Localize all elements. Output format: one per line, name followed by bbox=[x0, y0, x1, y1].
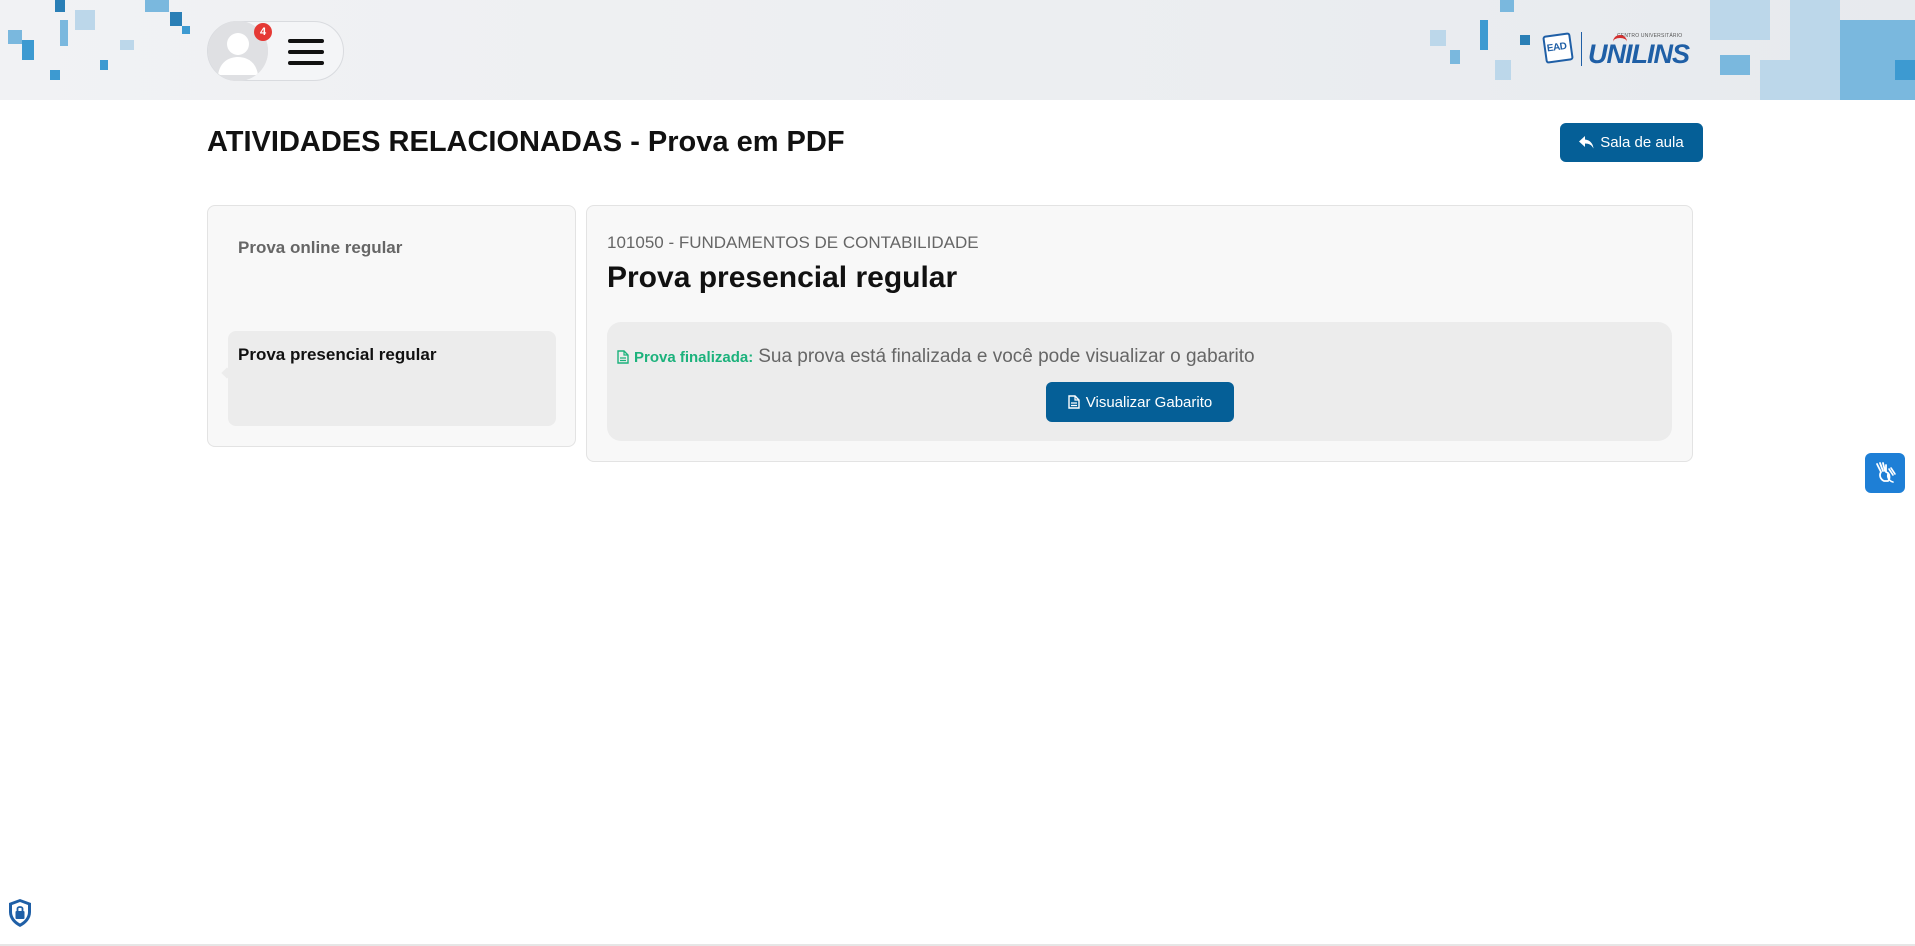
decor-pixel bbox=[22, 40, 34, 60]
decor-pixel bbox=[1710, 0, 1770, 40]
decor-pixel bbox=[8, 30, 22, 44]
sidebar-item-label: Prova presencial regular bbox=[238, 345, 437, 364]
visualizar-gabarito-button[interactable]: Visualizar Gabarito bbox=[1046, 382, 1234, 422]
sala-de-aula-button[interactable]: Sala de aula bbox=[1560, 123, 1703, 162]
decor-pixel bbox=[1895, 60, 1915, 80]
logo-divider bbox=[1581, 32, 1582, 66]
decor-pixel bbox=[1720, 55, 1750, 75]
decor-pixel bbox=[145, 0, 169, 12]
decor-pixel bbox=[170, 12, 182, 26]
notification-badge[interactable]: 4 bbox=[254, 23, 272, 41]
document-icon bbox=[1068, 395, 1080, 409]
course-code: 101050 - FUNDAMENTOS DE CONTABILIDADE bbox=[607, 233, 979, 252]
decor-pixel bbox=[1450, 50, 1460, 64]
hamburger-menu-icon[interactable] bbox=[288, 38, 324, 66]
exam-status-box: Prova finalizada: Sua prova está finaliz… bbox=[607, 322, 1672, 441]
sidebar-item-label: Prova online regular bbox=[238, 238, 403, 257]
ead-logo-badge: EAD bbox=[1542, 32, 1574, 64]
exam-detail-panel: 101050 - FUNDAMENTOS DE CONTABILIDADE Pr… bbox=[586, 205, 1693, 462]
decor-pixel bbox=[60, 20, 68, 46]
header-banner: 4 EAD CENTRO UNIVERSITÁRIO UNILINS bbox=[0, 0, 1915, 100]
exam-title: Prova presencial regular bbox=[607, 261, 958, 294]
decor-pixel bbox=[120, 40, 134, 50]
reply-arrow-icon bbox=[1579, 136, 1594, 149]
document-icon bbox=[617, 350, 629, 364]
sidebar-item-prova-presencial[interactable]: Prova presencial regular bbox=[228, 331, 556, 426]
user-menu-pill: 4 bbox=[207, 21, 344, 81]
decor-pixel bbox=[75, 10, 95, 30]
decor-pixel bbox=[1790, 0, 1840, 100]
sidebar-item-prova-online[interactable]: Prova online regular bbox=[228, 224, 556, 284]
decor-pixel bbox=[1520, 35, 1530, 45]
decor-pixel bbox=[1430, 30, 1446, 46]
decor-pixel bbox=[100, 60, 108, 70]
exam-status-line: Prova finalizada: Sua prova está finaliz… bbox=[617, 346, 1255, 368]
activities-sidebar: Prova online regular Prova presencial re… bbox=[207, 205, 576, 447]
decor-pixel bbox=[50, 70, 60, 80]
decor-pixel bbox=[1480, 20, 1488, 50]
sala-de-aula-label: Sala de aula bbox=[1600, 134, 1684, 151]
visualizar-gabarito-label: Visualizar Gabarito bbox=[1085, 393, 1213, 411]
unilins-logo[interactable]: EAD CENTRO UNIVERSITÁRIO UNILINS bbox=[1540, 30, 1704, 70]
decor-pixel bbox=[55, 0, 65, 12]
status-text: Sua prova está finalizada e você pode vi… bbox=[758, 346, 1255, 367]
status-label: Prova finalizada: bbox=[634, 348, 754, 366]
page-title: ATIVIDADES RELACIONADAS - Prova em PDF bbox=[207, 126, 845, 158]
privacy-shield-lock-icon[interactable] bbox=[7, 898, 33, 928]
decor-pixel bbox=[1500, 0, 1514, 12]
decor-pixel bbox=[1495, 60, 1511, 80]
logo-wordmark: UNILINS bbox=[1588, 39, 1690, 69]
decor-pixel bbox=[182, 26, 190, 34]
sign-language-hands-icon[interactable] bbox=[1865, 453, 1905, 493]
decor-pixel bbox=[1760, 60, 1790, 100]
